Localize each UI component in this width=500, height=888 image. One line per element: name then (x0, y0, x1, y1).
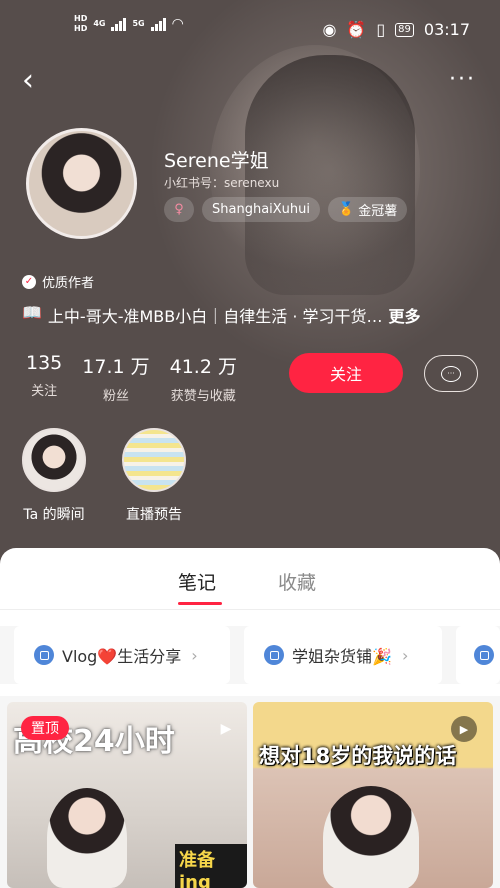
stat-label: 粉丝 (102, 389, 129, 404)
more-options-icon[interactable]: ··· (449, 69, 476, 91)
avatar[interactable] (26, 128, 137, 239)
note-card[interactable]: 高校24小时 置顶 ▶ 准备ing (7, 702, 247, 888)
video-play-icon: ▶ (220, 721, 232, 737)
location-tag[interactable]: ShanghaiXuhui (202, 197, 321, 222)
network-4g-label: 4G (93, 19, 106, 28)
wifi-icon: ◠ (171, 15, 184, 32)
stat-likes-collects[interactable]: 41.2 万 获赞与收藏 (170, 352, 237, 404)
eye-icon: ◉ (322, 20, 337, 39)
note-cover-subtitle: 准备ing (175, 844, 247, 888)
check-icon: ✓ (22, 274, 36, 289)
female-icon: ♀ (164, 197, 194, 222)
video-play-icon: ▶ (451, 716, 477, 742)
stats-row: 135 关注 17.1 万 粉丝 41.2 万 获赞与收藏 (26, 352, 237, 404)
pinned-badge: 置顶 (21, 716, 69, 740)
highlight-thumbnail (122, 428, 186, 492)
highlight-moments[interactable]: Ta 的瞬间 (22, 428, 86, 524)
signal-icon (111, 17, 127, 31)
content-sheet: 笔记 收藏 Vlog❤️生活分享 › 学姐杂货铺🎉 › 高校24小时 置顶 ▶ … (0, 548, 500, 888)
tab-collections[interactable]: 收藏 (278, 568, 316, 595)
chevron-right-icon: › (401, 645, 409, 665)
collection-icon (474, 645, 494, 665)
message-button[interactable]: ··· (424, 355, 478, 392)
highlight-thumbnail (22, 428, 86, 492)
active-tab-indicator (178, 602, 222, 605)
stat-number: 135 (26, 352, 63, 374)
stat-number: 17.1 万 (82, 356, 150, 378)
stat-number: 41.2 万 (169, 356, 237, 378)
collection-chip-store[interactable]: 学姐杂货铺🎉 › (244, 626, 442, 684)
bio-text: 上中-哥大-准MBB小白｜自律生活 · 学习干货… (47, 307, 383, 326)
signal-icon-2 (150, 17, 166, 31)
collection-chip-vlog[interactable]: Vlog❤️生活分享 › (14, 626, 230, 684)
alarm-icon: ⏰ (346, 20, 367, 39)
tab-bar: 笔记 收藏 (0, 548, 500, 610)
quality-author-label: 优质作者 (42, 276, 95, 291)
badge-label: 金冠薯 (358, 204, 398, 219)
profile-name: Serene学姐 (164, 150, 269, 172)
back-icon[interactable]: ‹ (22, 66, 34, 96)
profile-tags: ♀ ShanghaiXuhui 🏅 金冠薯 (164, 197, 408, 222)
collection-row: Vlog❤️生活分享 › 学姐杂货铺🎉 › (0, 626, 500, 684)
bio[interactable]: 📖 上中-哥大-准MBB小白｜自律生活 · 学习干货… 更多 (22, 303, 421, 327)
badge-tag[interactable]: 🏅 金冠薯 (328, 197, 408, 222)
collection-chip-partial[interactable] (456, 626, 500, 684)
bio-more-link[interactable]: 更多 (389, 303, 421, 327)
chat-icon: ··· (441, 365, 461, 382)
collection-icon (34, 645, 54, 665)
follow-button[interactable]: 关注 (289, 353, 403, 393)
chevron-right-icon: › (191, 645, 198, 665)
note-cover-title: 想对18岁的我说的话 (259, 744, 457, 768)
medal-icon: 🏅 (338, 202, 355, 217)
note-thumbnail (47, 788, 127, 888)
status-bar: HD HD 4G 5G ◠ ◉ ⏰ ▯ 89 03:17 (0, 0, 500, 62)
highlight-label: Ta 的瞬间 (23, 507, 85, 523)
battery-icon: 89 (395, 22, 414, 37)
stat-label: 关注 (31, 384, 58, 399)
tab-notes[interactable]: 笔记 (178, 568, 216, 595)
collection-label: 学姐杂货铺🎉 (292, 647, 392, 666)
stat-following[interactable]: 135 关注 (26, 352, 62, 404)
notes-grid: 高校24小时 置顶 ▶ 准备ing 想对18岁的我说的话 ▶ (0, 696, 500, 888)
note-card[interactable]: 想对18岁的我说的话 ▶ (253, 702, 493, 888)
clock: 03:17 (423, 20, 470, 39)
quality-author-badge[interactable]: ✓ 优质作者 (22, 272, 94, 291)
network-5g-label: 5G (132, 19, 145, 28)
vibrate-icon: ▯ (376, 20, 386, 39)
collection-label: Vlog❤️生活分享 (62, 647, 182, 666)
highlight-label: 直播预告 (126, 507, 182, 523)
book-icon: 📖 (22, 303, 42, 322)
highlight-live-preview[interactable]: 直播预告 (122, 428, 186, 524)
collection-icon (264, 645, 284, 665)
stat-label: 获赞与收藏 (170, 389, 236, 404)
stat-followers[interactable]: 17.1 万 粉丝 (82, 352, 149, 404)
note-thumbnail (323, 786, 419, 888)
profile-id: 小红书号：serenexu (164, 176, 280, 190)
hd-indicator: HD HD (74, 14, 88, 33)
